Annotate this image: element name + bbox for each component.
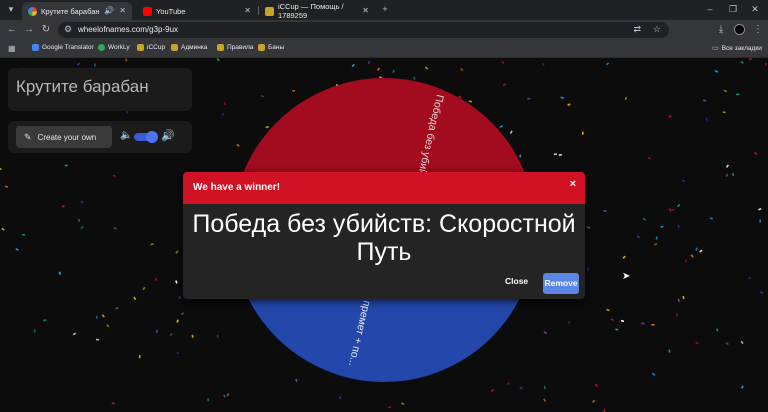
bookmark-label: Google Translator: [42, 44, 94, 51]
translate-icon[interactable]: ⇄: [633, 24, 641, 35]
minimize-icon[interactable]: –: [703, 3, 717, 15]
all-bookmarks-label: Все закладки: [721, 44, 762, 52]
bookmark-label: Баны: [268, 44, 285, 51]
folder-icon: ▭: [712, 45, 719, 52]
bookmark-item[interactable]: Google Translator: [32, 44, 94, 51]
address-bar[interactable]: ⚙ wheelofnames.com/g3p-9ux ⇄ ☆: [58, 22, 669, 38]
apps-grid-icon[interactable]: ▦: [8, 44, 16, 53]
controls-panel: ✎ Create your own 🔈 🔊: [8, 121, 192, 153]
rules-favicon-icon: [217, 44, 224, 51]
winner-dialog: We have a winner! × Победа без убийств: …: [183, 172, 585, 299]
bookmark-item[interactable]: Админка: [171, 44, 207, 51]
tab-search-icon[interactable]: ▾: [4, 3, 18, 15]
url-text[interactable]: wheelofnames.com/g3p-9ux: [78, 25, 178, 34]
sound-toggle[interactable]: [134, 131, 158, 143]
browser-tab-strip: ▾ Крутите барабан 🔊 ✕ YouTube ✕ iCCup — …: [0, 0, 768, 20]
toggle-knob: [146, 131, 158, 143]
bans-favicon-icon: [258, 44, 265, 51]
bookmark-item[interactable]: WorkLy: [98, 44, 130, 51]
bookmarks-bar: ▦ Google Translator WorkLy iCCup Админка…: [0, 41, 768, 58]
admin-favicon-icon: [171, 44, 178, 51]
site-info-icon[interactable]: ⚙: [64, 24, 72, 35]
bookmark-label: Правила: [227, 44, 254, 51]
youtube-favicon-icon: [143, 6, 152, 16]
workly-favicon-icon: [98, 44, 105, 51]
bookmark-item[interactable]: iCCup: [137, 44, 165, 51]
tab-iccup[interactable]: iCCup — Помощь / 1789259 ✕: [259, 2, 375, 20]
remove-button[interactable]: Remove: [543, 273, 579, 294]
tab-wheel[interactable]: Крутите барабан 🔊 ✕: [22, 2, 132, 20]
bookmark-label: iCCup: [147, 44, 166, 51]
browser-toolbar: ← → ↻ ⚙ wheelofnames.com/g3p-9ux ⇄ ☆ ⤓ ⋮: [0, 20, 768, 41]
close-window-icon[interactable]: ✕: [748, 3, 762, 15]
tab-youtube[interactable]: YouTube ✕: [137, 2, 257, 20]
wheel-favicon-icon: [28, 6, 37, 16]
speaker-icon[interactable]: 🔊: [104, 6, 114, 15]
wheel-title-box: Крутите барабан: [8, 68, 192, 111]
reload-icon[interactable]: ↻: [40, 24, 52, 36]
close-button[interactable]: Close: [505, 276, 528, 286]
mouse-cursor-icon: ➤: [622, 271, 631, 282]
page-title: Крутите барабан: [16, 77, 149, 96]
all-bookmarks[interactable]: ▭ Все закладки: [712, 44, 762, 53]
menu-kebab-icon[interactable]: ⋮: [752, 24, 764, 36]
winner-text: Победа без убийств: Скоростной Путь: [192, 210, 576, 266]
iccup-favicon-icon: [137, 44, 144, 51]
create-button-label: Create your own: [37, 132, 97, 142]
profile-avatar-icon[interactable]: [733, 24, 745, 36]
translate-favicon-icon: [32, 44, 39, 51]
dialog-header: We have a winner! ×: [183, 172, 585, 204]
restore-icon[interactable]: ❐: [726, 3, 740, 15]
pencil-icon: ✎: [24, 131, 32, 142]
bookmark-item[interactable]: Правила: [217, 44, 253, 51]
close-tab-icon[interactable]: ✕: [362, 6, 369, 15]
tab-label: YouTube: [156, 6, 186, 16]
create-your-own-button[interactable]: ✎ Create your own: [16, 126, 112, 148]
plus-icon[interactable]: +: [378, 3, 392, 15]
close-tab-icon[interactable]: ✕: [119, 6, 126, 15]
close-tab-icon[interactable]: ✕: [244, 6, 251, 15]
bookmark-label: WorkLy: [108, 44, 130, 51]
back-icon[interactable]: ←: [6, 24, 18, 36]
mute-icon[interactable]: 🔈: [120, 130, 132, 141]
bookmark-item[interactable]: Баны: [258, 44, 284, 51]
volume-icon[interactable]: 🔊: [161, 129, 175, 142]
dialog-close-icon[interactable]: ×: [570, 178, 576, 190]
forward-icon[interactable]: →: [23, 24, 35, 36]
iccup-favicon-icon: [265, 6, 274, 16]
dialog-title: We have a winner!: [193, 182, 281, 193]
bookmark-label: Админка: [181, 44, 208, 51]
bookmark-star-icon[interactable]: ☆: [653, 24, 661, 35]
tab-label: Крутите барабан: [41, 6, 100, 16]
tab-label: iCCup — Помощь / 1789259: [278, 2, 344, 20]
download-icon[interactable]: ⤓: [715, 24, 727, 36]
